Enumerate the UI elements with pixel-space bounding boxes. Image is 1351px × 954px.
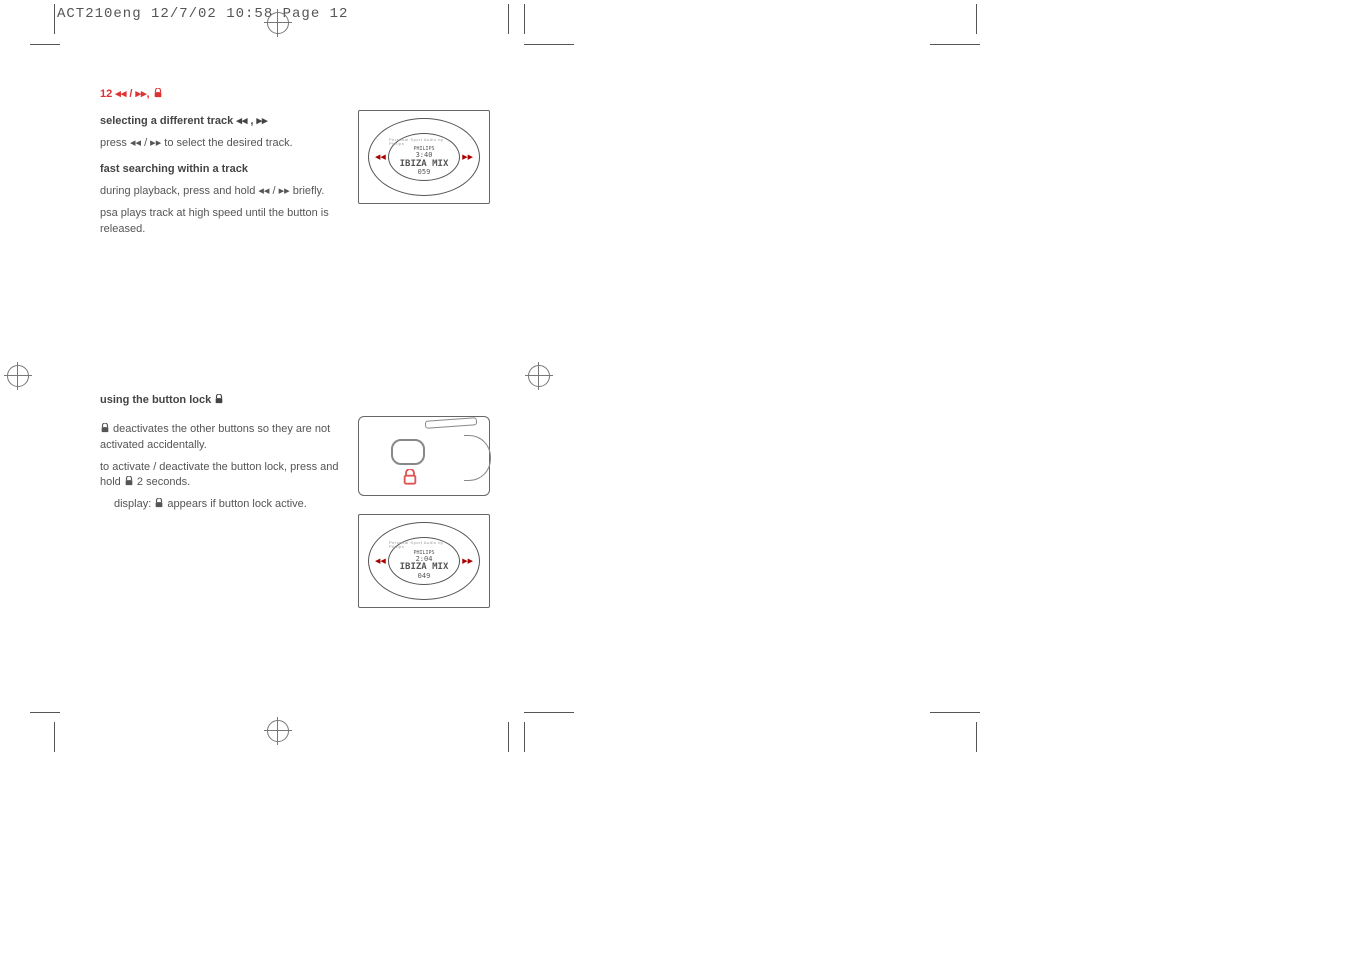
body-text: display: appears if button lock active.: [100, 497, 340, 513]
page-header: 12 ◂◂ / ▸▸,: [100, 87, 500, 100]
lock-icon: [154, 498, 164, 508]
body-text: deactivates the other buttons so they ar…: [100, 422, 340, 454]
crop-mark: [54, 4, 55, 34]
crop-mark: [508, 4, 509, 34]
registration-mark: [267, 720, 289, 742]
rewind-icon: ◀◀: [375, 557, 386, 565]
forward-icon: ▶▶: [462, 153, 473, 161]
forward-icon: ▶▶: [462, 557, 473, 565]
lock-icon: [403, 469, 417, 485]
device-illustration: ◀◀ ▶▶ Personal Sport Audio by Philips PH…: [358, 514, 490, 608]
lock-icon: [214, 394, 224, 404]
crop-mark: [976, 4, 977, 34]
device-illustration: [358, 416, 490, 496]
crop-mark: [30, 712, 60, 713]
crop-mark: [54, 722, 55, 752]
crop-mark: [524, 722, 525, 752]
crop-mark: [508, 722, 509, 752]
crop-mark: [524, 4, 525, 34]
section-heading: selecting a different track ◂◂ , ▸▸: [100, 114, 340, 130]
lock-icon: [153, 88, 163, 98]
crop-mark: [30, 44, 60, 45]
body-text: psa plays track at high speed until the …: [100, 206, 340, 238]
registration-mark: [267, 12, 289, 34]
registration-mark: [528, 365, 550, 387]
manual-page-right: [560, 45, 960, 715]
section-heading: fast searching within a track: [100, 162, 340, 178]
crop-mark: [976, 722, 977, 752]
lock-icon: [100, 423, 110, 433]
device-illustration: ◀◀ ▶▶ Personal Sport Audio by Philips PH…: [358, 110, 490, 204]
manual-page-left: 12 ◂◂ / ▸▸, selecting a different track …: [100, 45, 500, 715]
registration-mark: [7, 365, 29, 387]
body-text: during playback, press and hold ◂◂ / ▸▸ …: [100, 184, 340, 200]
body-text: press ◂◂ / ▸▸ to select the desired trac…: [100, 136, 340, 152]
lock-icon: [124, 476, 134, 486]
body-text: to activate / deactivate the button lock…: [100, 460, 340, 492]
print-slug: ACT210eng 12/7/02 10:58 Page 12: [57, 6, 348, 22]
rewind-icon: ◀◀: [375, 153, 386, 161]
section-heading: using the button lock: [100, 394, 500, 406]
